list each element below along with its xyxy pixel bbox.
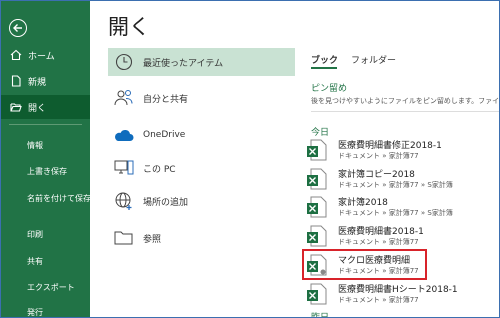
side-item-home-label: ホーム [28, 51, 55, 62]
file-name: 医療費明細書修正2018-1 [338, 141, 442, 151]
side-item-print[interactable]: 印刷 [27, 229, 43, 240]
tab-active-underline [311, 67, 337, 69]
pinned-header: ピン留め [311, 84, 348, 94]
side-item-open[interactable]: 開く [1, 95, 90, 119]
file-path: ドキュメント » 家計簿77 » S家計簿 [338, 209, 453, 217]
side-item-home[interactable]: ホーム [1, 43, 90, 67]
side-item-open-label: 開く [28, 103, 47, 114]
folder-icon [114, 228, 134, 248]
location-recent-label: 最近使ったアイテム [143, 58, 224, 69]
file-item[interactable]: 家計簿2018 ドキュメント » 家計簿77 » S家計簿 [307, 194, 499, 220]
side-item-new[interactable]: 新規 [1, 69, 90, 93]
back-button[interactable] [9, 19, 27, 37]
file-item[interactable]: 医療費明細書Hシート2018-1 ドキュメント » 家計簿77 [307, 281, 499, 307]
location-browse[interactable]: 参照 [108, 224, 295, 252]
side-item-publish[interactable]: 発行 [27, 307, 43, 317]
location-recent[interactable]: 最近使ったアイテム [108, 48, 295, 76]
file-item[interactable]: 家計簿コピー2018 ドキュメント » 家計簿77 » S家計簿 [307, 166, 499, 192]
location-this-pc-label: この PC [143, 164, 176, 175]
file-path: ドキュメント » 家計簿77 » S家計簿 [338, 181, 453, 189]
excel-file-icon [307, 283, 327, 305]
excel-file-icon [307, 139, 327, 161]
side-item-export[interactable]: エクスポート [27, 282, 75, 293]
folder-open-icon [10, 103, 22, 112]
clock-icon [114, 52, 134, 72]
shared-users-icon [114, 88, 134, 108]
pinned-hint: 後を見つけやすいようにファイルをピン留めします。ファイルにマ [311, 97, 500, 105]
excel-backstage-window: ホーム 新規 開く 情報 上書き保存 名前を付けて保存 印刷 共有 エクスポート… [0, 0, 500, 318]
new-document-icon [11, 75, 21, 87]
back-arrow-icon [13, 24, 22, 32]
side-item-share[interactable]: 共有 [27, 256, 43, 267]
location-this-pc[interactable]: この PC [108, 154, 295, 182]
location-add-place[interactable]: 場所の追加 [108, 187, 295, 215]
sidebar-divider [9, 124, 82, 125]
location-add-place-label: 場所の追加 [143, 197, 189, 208]
excel-file-icon [307, 225, 327, 247]
file-path: ドキュメント » 家計簿77 [338, 152, 419, 160]
home-icon [10, 49, 22, 61]
file-item[interactable]: 医療費明細書修正2018-1 ドキュメント » 家計簿77 [307, 137, 499, 163]
computer-icon [114, 158, 134, 178]
file-name: 医療費明細書Hシート2018-1 [338, 285, 458, 295]
location-browse-label: 参照 [143, 234, 162, 245]
location-onedrive-label: OneDrive [143, 130, 186, 140]
page-title: 開く [108, 15, 150, 39]
file-name: 家計簿コピー2018 [338, 170, 415, 180]
tab-folder[interactable]: フォルダー [351, 53, 396, 66]
excel-file-icon [307, 196, 327, 218]
file-name: 医療費明細書2018-1 [338, 227, 424, 237]
side-item-new-label: 新規 [28, 77, 47, 88]
globe-add-icon [114, 191, 134, 211]
location-shared-label: 自分と共有 [143, 94, 189, 105]
yesterday-header: 昨日 [311, 313, 330, 318]
file-path: ドキュメント » 家計簿77 [338, 296, 419, 304]
file-name: 家計簿2018 [338, 198, 388, 208]
section-divider [311, 111, 499, 112]
cloud-icon [114, 125, 134, 145]
location-onedrive[interactable]: OneDrive [108, 121, 295, 149]
location-shared[interactable]: 自分と共有 [108, 84, 295, 112]
tab-book[interactable]: ブック [311, 53, 338, 66]
side-item-info[interactable]: 情報 [27, 140, 43, 151]
highlight-box [302, 249, 427, 280]
side-item-save-as[interactable]: 名前を付けて保存 [27, 193, 91, 204]
excel-file-icon [307, 168, 327, 190]
file-path: ドキュメント » 家計簿77 [338, 238, 419, 246]
file-item[interactable]: 医療費明細書2018-1 ドキュメント » 家計簿77 [307, 223, 499, 249]
side-item-save[interactable]: 上書き保存 [27, 166, 67, 177]
backstage-sidebar: ホーム 新規 開く 情報 上書き保存 名前を付けて保存 印刷 共有 エクスポート… [1, 1, 91, 317]
